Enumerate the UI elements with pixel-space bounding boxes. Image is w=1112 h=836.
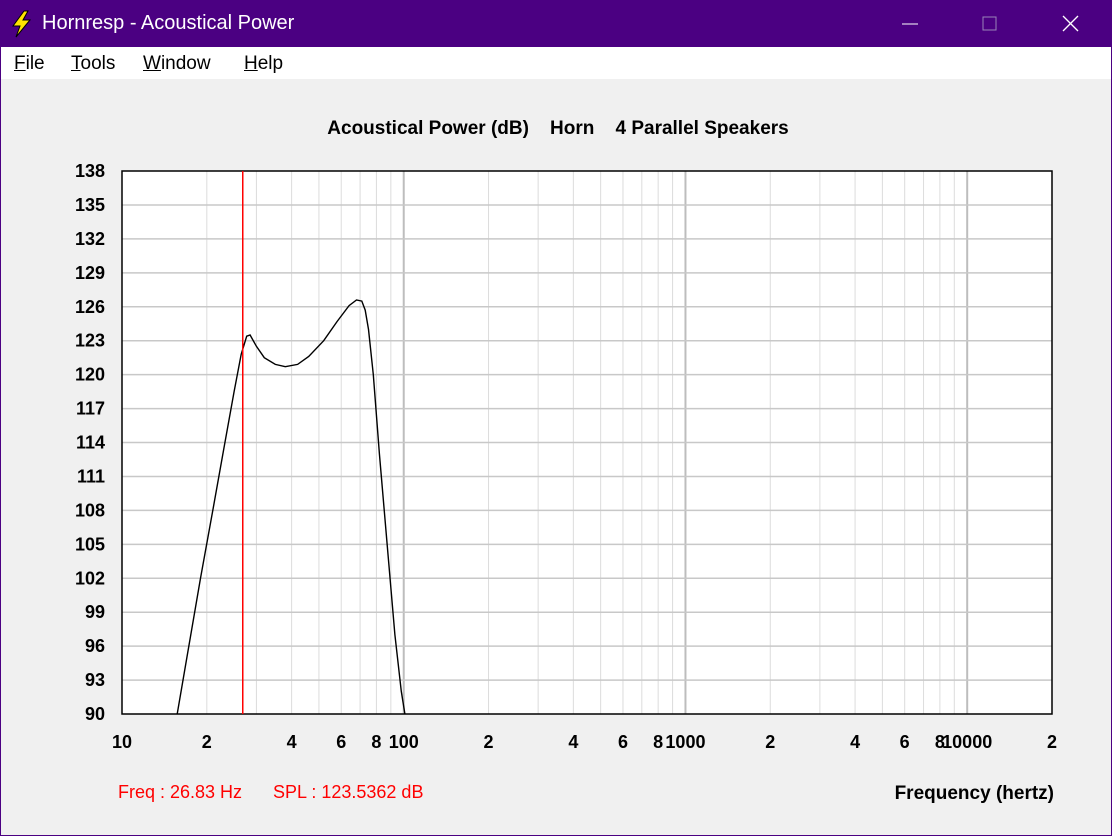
- y-tick-label: 108: [75, 500, 105, 520]
- x-tick-label: 2: [202, 732, 212, 752]
- x-tick-label: 1000: [665, 732, 705, 752]
- acoustical-power-chart[interactable]: Acoustical Power (dB) Horn 4 Parallel Sp…: [1, 79, 1111, 835]
- spl-readout: SPL : 123.5362 dB: [273, 782, 423, 802]
- y-tick-label: 120: [75, 365, 105, 385]
- x-tick-label: 100: [389, 732, 419, 752]
- x-axis-label: Frequency (hertz): [895, 783, 1054, 804]
- menu-window[interactable]: Window: [143, 53, 211, 75]
- y-tick-label: 96: [85, 636, 105, 656]
- menu-tools[interactable]: Tools: [71, 53, 115, 75]
- x-tick-label: 6: [618, 732, 628, 752]
- y-tick-label: 117: [76, 399, 105, 419]
- freq-readout: Freq : 26.83 Hz: [118, 782, 242, 802]
- maximize-icon: [982, 16, 997, 31]
- y-tick-label: 132: [75, 229, 105, 249]
- x-tick-label: 4: [287, 732, 297, 752]
- lightning-icon: [12, 10, 32, 38]
- x-tick-label: 4: [568, 732, 578, 752]
- y-tick-label: 114: [76, 433, 105, 453]
- minimize-icon: [902, 23, 918, 25]
- chart-title: Acoustical Power (dB) Horn 4 Parallel Sp…: [327, 118, 788, 139]
- y-tick-label: 105: [75, 534, 105, 554]
- x-tick-label: 2: [765, 732, 775, 752]
- close-button[interactable]: [1041, 1, 1101, 47]
- y-tick-label: 102: [75, 568, 105, 588]
- x-tick-label: 2: [484, 732, 494, 752]
- minimize-button[interactable]: [880, 1, 940, 47]
- x-tick-label: 4: [850, 732, 860, 752]
- menu-help[interactable]: Help: [244, 53, 283, 75]
- x-tick-label: 8: [371, 732, 381, 752]
- close-icon: [1062, 15, 1079, 32]
- x-tick-label: 8: [653, 732, 663, 752]
- menu-file[interactable]: File: [14, 53, 45, 75]
- y-tick-label: 135: [75, 195, 105, 215]
- y-tick-label: 138: [75, 161, 105, 181]
- y-tick-label: 111: [77, 466, 105, 486]
- x-tick-label: 10000: [942, 732, 992, 752]
- x-tick-label: 2: [1047, 732, 1057, 752]
- y-tick-label: 99: [85, 602, 105, 622]
- y-tick-label: 126: [75, 297, 105, 317]
- y-tick-label: 123: [75, 331, 105, 351]
- y-tick-label: 129: [75, 263, 105, 283]
- window-title: Hornresp - Acoustical Power: [42, 12, 295, 34]
- y-tick-label: 90: [85, 704, 105, 724]
- x-tick-label: 10: [112, 732, 132, 752]
- title-bar[interactable]: Hornresp - Acoustical Power: [1, 1, 1111, 47]
- app-window: Hornresp - Acoustical Power File Tools W…: [0, 0, 1112, 836]
- maximize-button[interactable]: [960, 1, 1020, 47]
- x-tick-label: 6: [900, 732, 910, 752]
- x-tick-label: 6: [336, 732, 346, 752]
- y-tick-label: 93: [85, 670, 105, 690]
- menu-bar: File Tools Window Help: [1, 47, 1111, 79]
